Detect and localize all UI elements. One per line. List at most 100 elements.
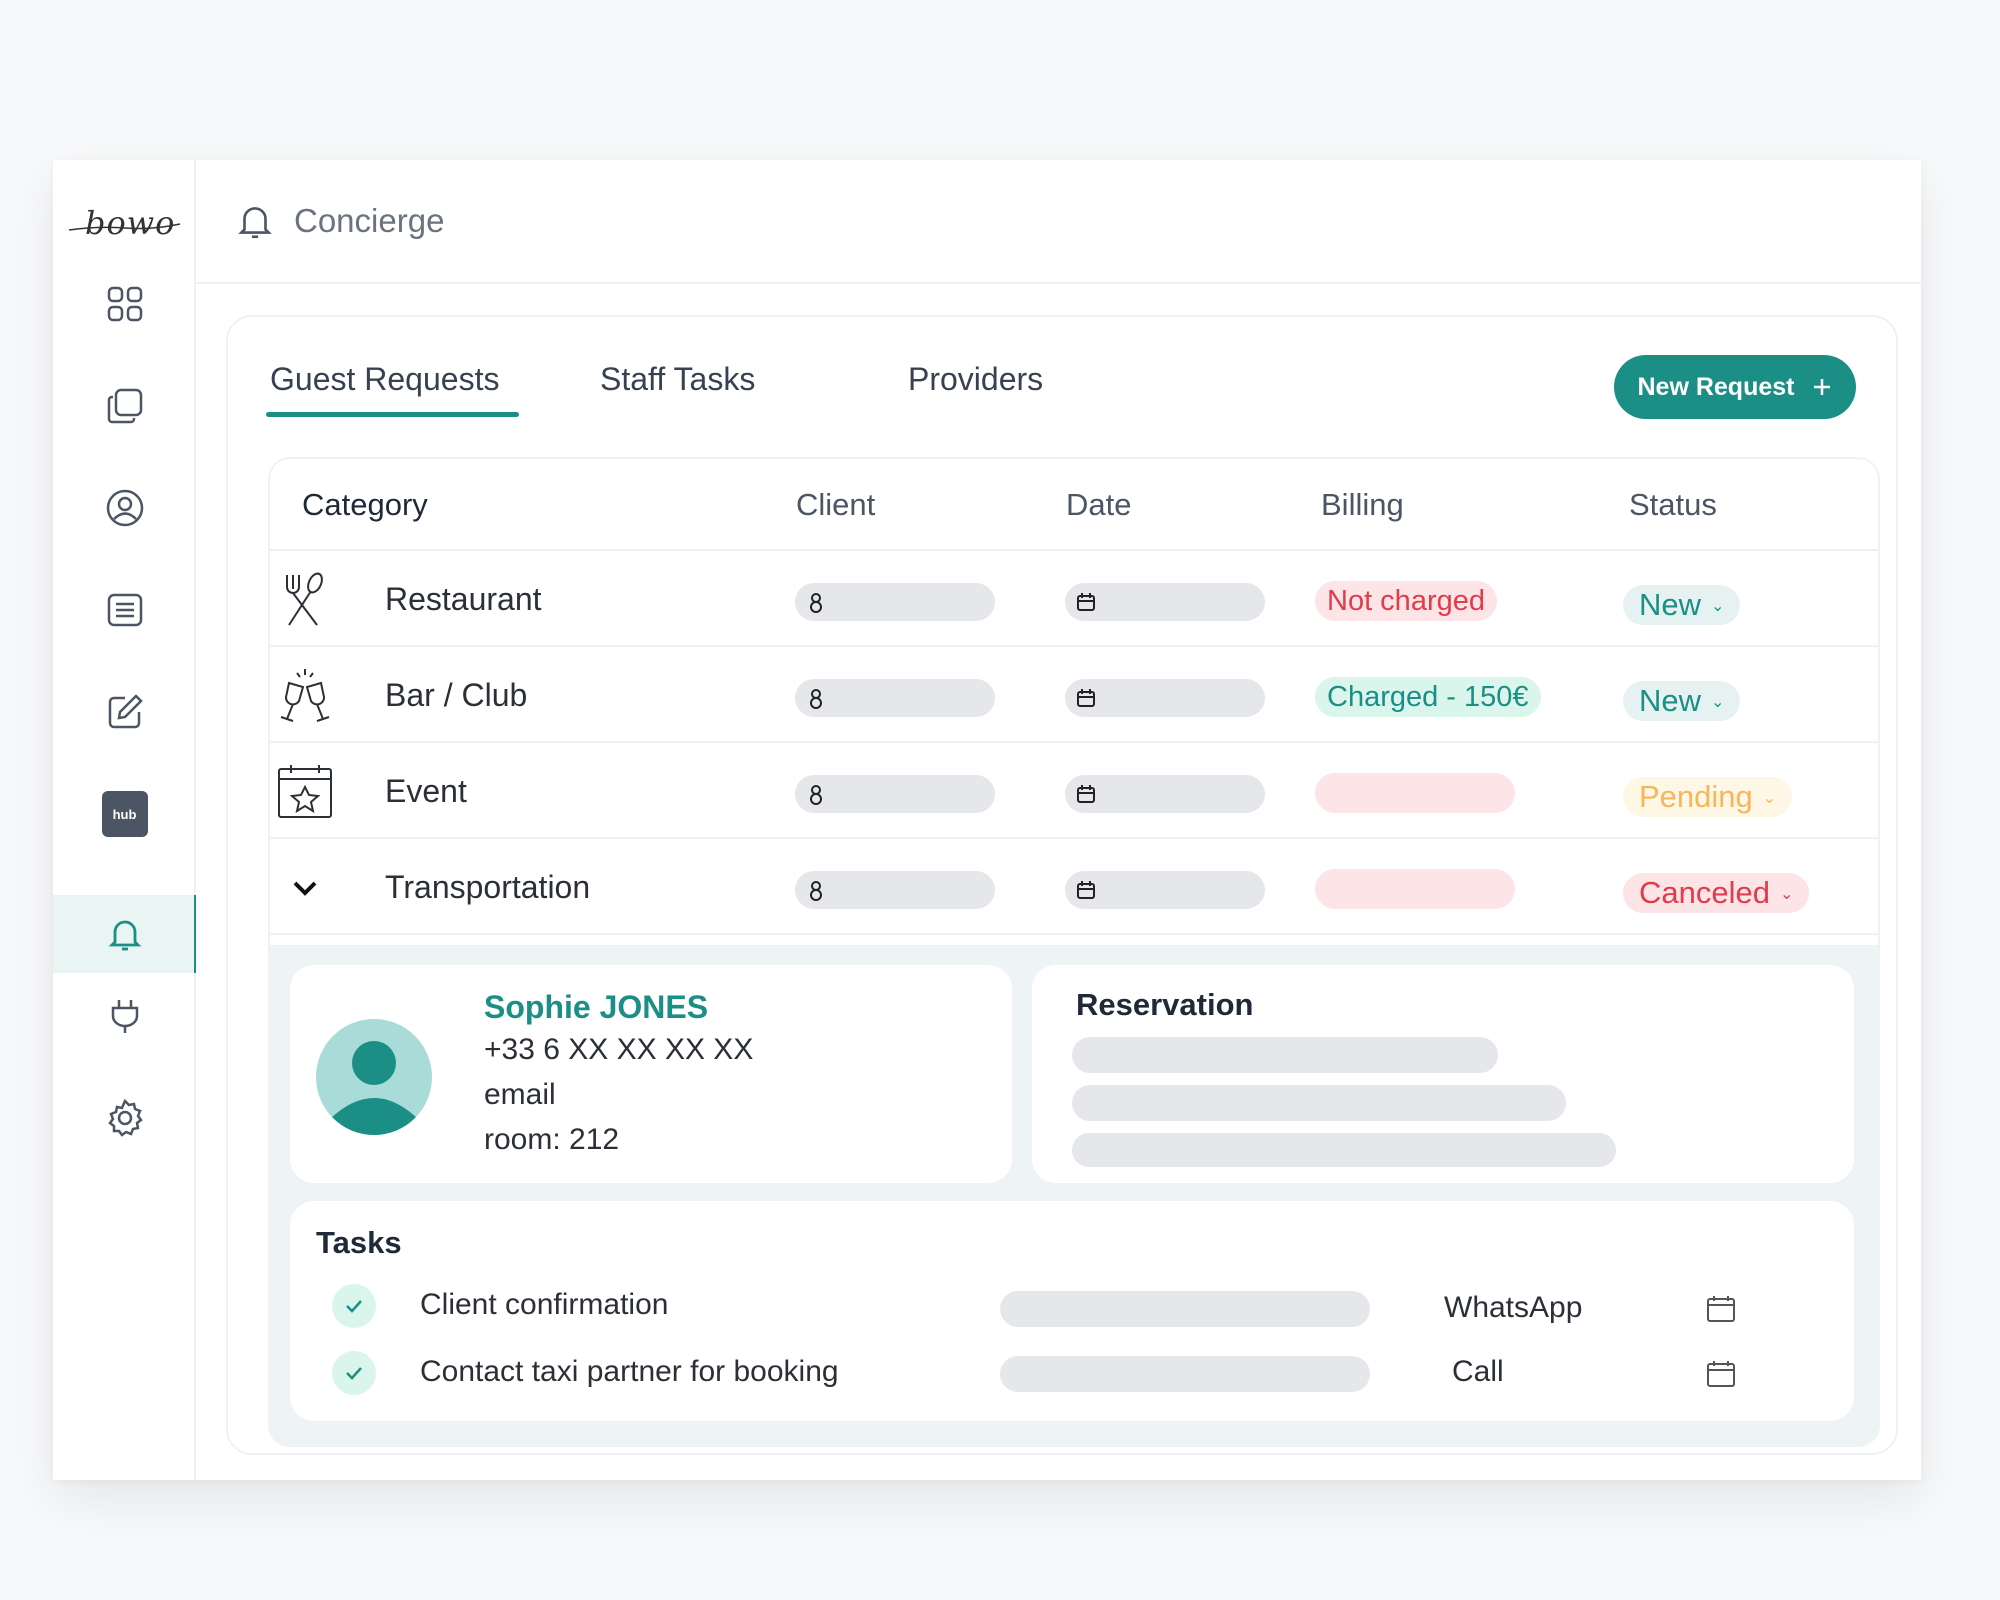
client-placeholder: [795, 583, 995, 621]
column-header-billing[interactable]: Billing: [1321, 487, 1404, 523]
status-label: New: [1639, 587, 1702, 622]
table-row[interactable]: Event Pending ⌄: [270, 743, 1878, 839]
chevron-down-icon[interactable]: [275, 857, 335, 917]
skeleton-line: [1000, 1291, 1370, 1327]
task-label: Contact taxi partner for booking: [420, 1355, 839, 1388]
table-row[interactable]: Bar / Club Charged - 150€ New ⌄: [270, 647, 1878, 743]
bell-icon: [108, 920, 141, 951]
reservation-title: Reservation: [1076, 987, 1254, 1022]
calendar-icon: [1077, 593, 1095, 611]
client-placeholder: [795, 679, 995, 717]
plug-icon: [111, 1000, 138, 1033]
client-email: email: [484, 1078, 556, 1111]
top-bar: Concierge: [196, 160, 1921, 284]
task-channel: Call: [1452, 1355, 1504, 1388]
skeleton-line: [1072, 1133, 1616, 1167]
sidebar-item-integrations[interactable]: [53, 977, 196, 1055]
logo[interactable]: bowo: [67, 202, 182, 242]
fork-spoon-icon: [286, 572, 323, 626]
sidebar-item-concierge[interactable]: [53, 895, 198, 973]
category-label: Transportation: [385, 869, 591, 905]
table-row[interactable]: Restaurant Not charged New ⌄: [270, 551, 1878, 647]
client-card: Sophie JONES +33 6 XX XX XX XX email roo…: [290, 965, 1012, 1183]
category-label: Restaurant: [385, 581, 542, 617]
sidebar-item-hub[interactable]: hub: [53, 775, 196, 853]
chevron-down-icon: ⌄: [1762, 789, 1777, 807]
sidebar: bowo hub: [53, 160, 198, 1480]
calendar-star-icon: [278, 765, 332, 818]
edit-icon: [108, 694, 143, 729]
person-icon: [810, 593, 822, 613]
category-label: Bar / Club: [385, 677, 528, 713]
column-header-status[interactable]: Status: [1629, 487, 1717, 523]
sidebar-item-edit[interactable]: [53, 673, 196, 751]
column-header-client[interactable]: Client: [796, 487, 875, 523]
tasks-card: Tasks Client confirmation WhatsApp Conta…: [290, 1201, 1854, 1421]
tab-providers[interactable]: Providers: [908, 347, 1043, 417]
copy-icon: [107, 388, 142, 424]
new-request-button[interactable]: New Request: [1614, 355, 1856, 419]
person-icon: [810, 785, 822, 805]
date-placeholder: [1065, 871, 1265, 909]
plus-icon: [1814, 379, 1831, 395]
billing-placeholder: [1315, 869, 1515, 909]
billing-badge: Not charged: [1315, 581, 1497, 621]
status-label: Pending: [1639, 779, 1753, 814]
page-title: Concierge: [294, 202, 445, 239]
column-header-date[interactable]: Date: [1066, 487, 1131, 523]
sidebar-item-settings[interactable]: [53, 1079, 196, 1157]
calendar-icon: [1077, 881, 1095, 899]
chevron-down-icon: ⌄: [1711, 693, 1725, 711]
skeleton-line: [1000, 1356, 1370, 1392]
grid-icon: [107, 286, 142, 322]
tab-staff-tasks[interactable]: Staff Tasks: [600, 347, 755, 417]
person-icon: [810, 881, 822, 901]
column-header-category[interactable]: Category: [302, 487, 428, 523]
task-channel: WhatsApp: [1444, 1291, 1583, 1324]
status-dropdown[interactable]: Pending ⌄: [1623, 777, 1793, 817]
sidebar-item-lists[interactable]: [53, 571, 196, 649]
tab-guest-requests[interactable]: Guest Requests: [265, 347, 520, 417]
sidebar-item-guests[interactable]: [53, 469, 196, 547]
user-avatar-icon: [330, 1041, 418, 1135]
app-window: bowo hub Concierge Guest Requests Staff …: [53, 160, 1921, 1480]
calendar-icon[interactable]: [1705, 1293, 1737, 1325]
table-header: Category Client Date Billing Status: [270, 459, 1878, 551]
sidebar-item-dashboard[interactable]: [53, 265, 196, 343]
client-room: room: 212: [484, 1123, 620, 1156]
status-dropdown[interactable]: New ⌄: [1623, 585, 1741, 625]
date-placeholder: [1065, 679, 1265, 717]
calendar-icon[interactable]: [1705, 1358, 1737, 1390]
table-row[interactable]: Transportation Canceled ⌄: [270, 839, 1878, 935]
new-request-label: New Request: [1637, 372, 1795, 401]
gear-icon: [107, 1098, 143, 1137]
calendar-icon: [1077, 785, 1095, 803]
status-label: Canceled: [1639, 875, 1770, 910]
bell-icon: [238, 207, 272, 239]
request-detail-panel: Sophie JONES +33 6 XX XX XX XX email roo…: [270, 945, 1878, 1445]
status-label: New: [1639, 683, 1702, 718]
check-icon[interactable]: [332, 1284, 376, 1328]
avatar: [316, 1019, 432, 1135]
hub-icon: hub: [101, 791, 148, 837]
reservation-card: Reservation: [1032, 965, 1854, 1183]
requests-table: Category Client Date Billing Status Rest…: [268, 457, 1880, 1447]
cheers-icon: [280, 669, 330, 722]
billing-badge: Charged - 150€: [1315, 677, 1541, 717]
sidebar-item-pages[interactable]: [53, 367, 196, 445]
date-placeholder: [1065, 583, 1265, 621]
category-label: Event: [385, 773, 467, 809]
billing-placeholder: [1315, 773, 1515, 813]
user-circle-icon: [106, 489, 143, 527]
main-area: Concierge Guest Requests Staff Tasks Pro…: [196, 160, 1921, 1480]
list-icon: [107, 593, 142, 627]
chevron-down-icon: ⌄: [1711, 597, 1725, 615]
client-placeholder: [795, 871, 995, 909]
tasks-title: Tasks: [316, 1225, 402, 1260]
person-icon: [810, 689, 822, 709]
check-icon[interactable]: [332, 1351, 376, 1395]
status-dropdown[interactable]: Canceled ⌄: [1623, 873, 1810, 913]
status-dropdown[interactable]: New ⌄: [1623, 681, 1741, 721]
chevron-down-icon: ⌄: [1779, 885, 1794, 903]
client-name[interactable]: Sophie JONES: [484, 989, 708, 1026]
